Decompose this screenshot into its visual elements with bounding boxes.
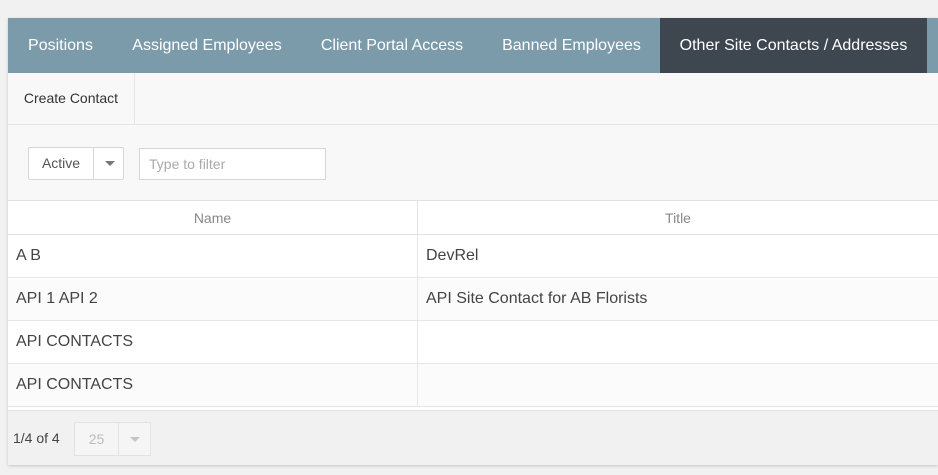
filter-search-input[interactable] <box>139 148 326 180</box>
cell-title: API Site Contact for AB Florists <box>426 290 648 307</box>
page-size-select[interactable]: 25 <box>74 422 151 456</box>
status-filter-value: Active <box>41 155 81 171</box>
column-header-title[interactable]: Title <box>418 201 938 235</box>
tab-bar: Positions Assigned Employees Client Port… <box>8 18 938 73</box>
status-filter-select[interactable]: Active <box>28 147 124 180</box>
create-contact-button[interactable]: Create Contact <box>8 73 135 124</box>
cell-name: A B <box>8 235 418 277</box>
tab-client-portal-access[interactable]: Client Portal Access <box>301 18 483 73</box>
cell-title <box>418 321 938 363</box>
column-header-name[interactable]: Name <box>8 201 418 235</box>
toolbar: Create Contact <box>8 73 938 125</box>
site-contacts-panel: Positions Assigned Employees Client Port… <box>8 18 938 465</box>
table-row[interactable]: A B DevRel <box>8 235 938 278</box>
cell-name: API CONTACTS <box>8 364 418 406</box>
tab-assigned-employees[interactable]: Assigned Employees <box>113 18 301 73</box>
status-filter-toggle[interactable] <box>93 148 125 179</box>
pagination-footer: 1/4 of 4 25 <box>8 410 938 465</box>
cell-title: DevRel <box>426 247 479 264</box>
page-size-toggle[interactable] <box>118 423 151 455</box>
chevron-down-icon <box>130 437 140 442</box>
contacts-table: Name Title A B DevRel API 1 API 2 API Si… <box>8 200 938 407</box>
filter-bar: Active <box>8 125 938 200</box>
cell-name: API CONTACTS <box>8 321 418 363</box>
table-row[interactable]: API CONTACTS <box>8 364 938 407</box>
table-row[interactable]: API CONTACTS <box>8 321 938 364</box>
cell-name: API 1 API 2 <box>8 278 418 320</box>
tab-positions[interactable]: Positions <box>8 18 113 73</box>
page-size-value: 25 <box>88 431 105 447</box>
pagination-info: 1/4 of 4 <box>13 430 60 446</box>
table-row[interactable]: API 1 API 2 API Site Contact for AB Flor… <box>8 278 938 321</box>
tab-banned-employees[interactable]: Banned Employees <box>483 18 660 73</box>
chevron-down-icon <box>105 161 115 166</box>
tab-other-site-contacts[interactable]: Other Site Contacts / Addresses <box>660 18 927 73</box>
table-header: Name Title <box>8 200 938 235</box>
cell-title <box>418 364 938 406</box>
